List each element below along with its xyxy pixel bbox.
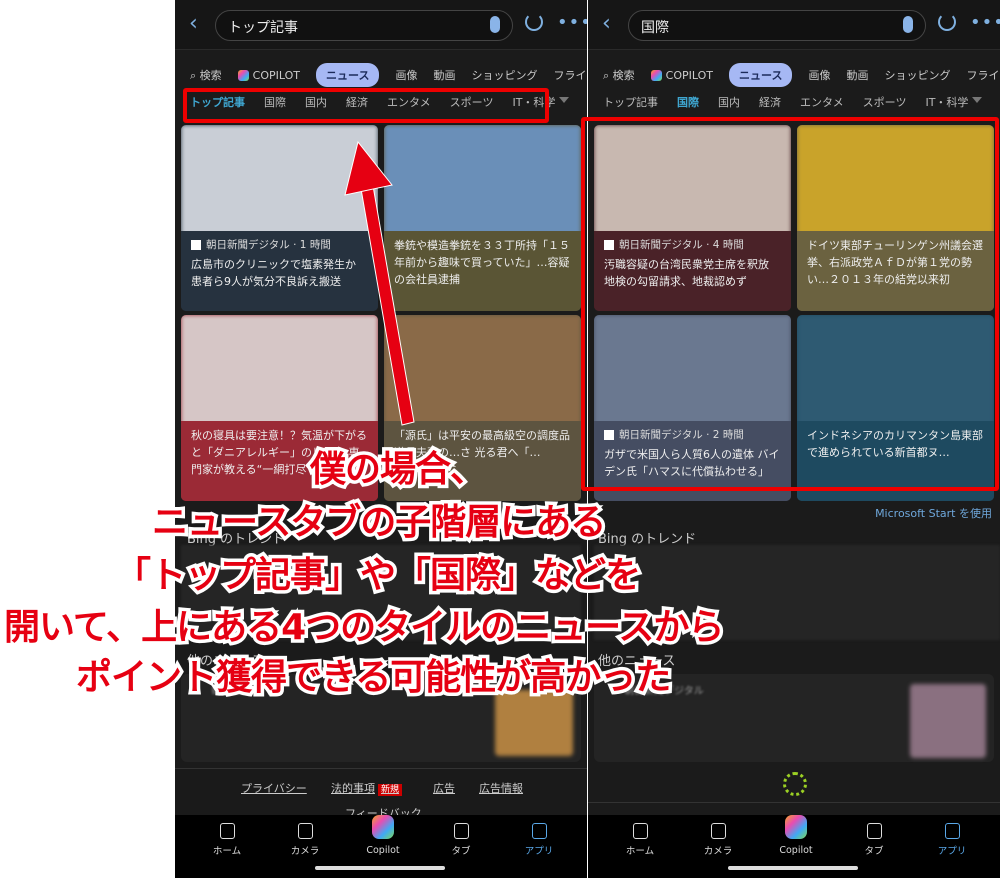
- annotation-line-1: 僕の場合、: [306, 446, 489, 494]
- annotation-arrow: [344, 140, 415, 426]
- annotation-line-4: 開いて、上にある4つのタイルのニュースから: [0, 604, 727, 652]
- arrow-shaft: [359, 179, 415, 426]
- annotation-line-3: 「トップ記事」や「国際」などを: [111, 552, 644, 600]
- annotation-line-2: ニュースタブの子階層にある: [148, 499, 609, 547]
- arrow-head: [344, 140, 393, 196]
- annotation-line-5: ポイント獲得できる可能性が高かった: [72, 654, 674, 702]
